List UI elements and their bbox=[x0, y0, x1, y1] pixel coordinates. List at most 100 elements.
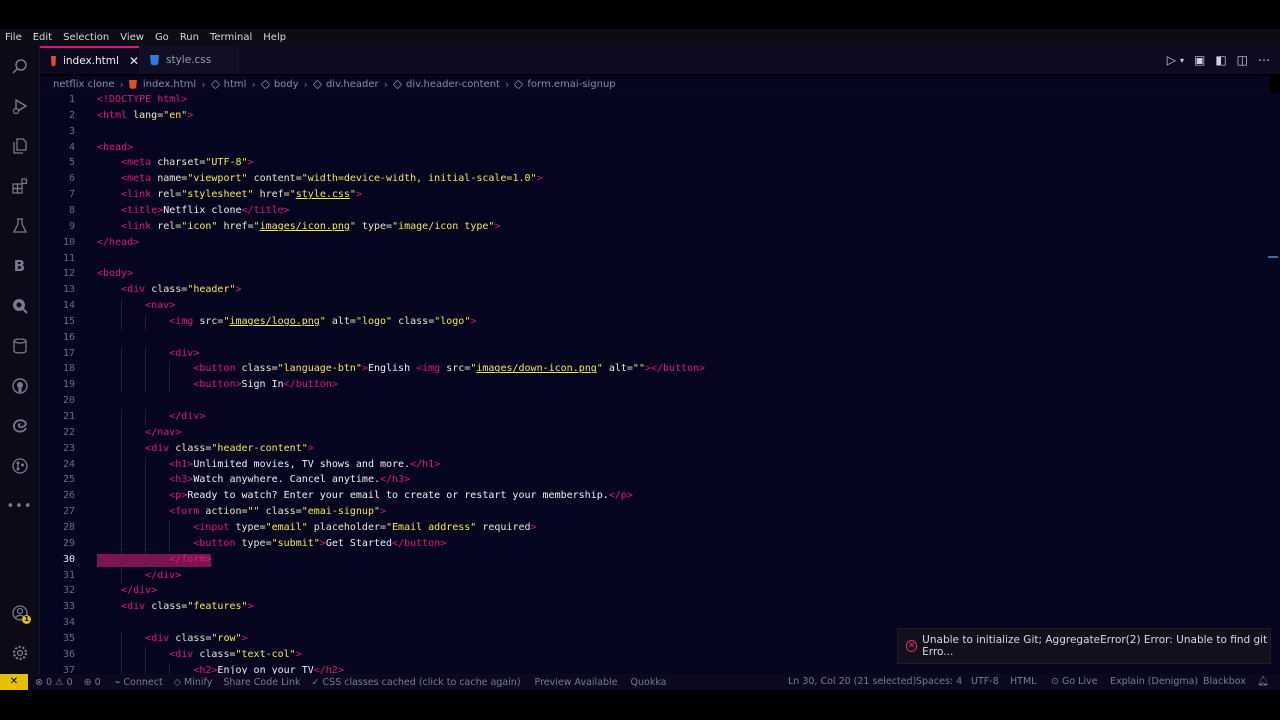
breadcrumb-folder[interactable]: netflix clone bbox=[53, 79, 114, 90]
explain-denigma-item[interactable]: Explain (Denigma) bbox=[1110, 674, 1198, 690]
quokka-item[interactable]: Quokka bbox=[631, 677, 667, 688]
code-token: "row" bbox=[211, 632, 242, 644]
breadcrumb-html[interactable]: html bbox=[210, 79, 246, 90]
edge-devtools-icon[interactable] bbox=[0, 414, 39, 438]
code-line[interactable]: 4 <head> bbox=[40, 140, 1280, 156]
notifications-bell-icon[interactable]: 🔔︎ bbox=[1257, 674, 1269, 690]
code-token: </form> bbox=[169, 553, 212, 565]
breadcrumb-div-header[interactable]: div.header bbox=[312, 79, 379, 90]
code-line[interactable]: 12 <body> bbox=[40, 266, 1280, 282]
code-line[interactable]: 25 <h3>Watch anywhere. Cancel anytime.</… bbox=[40, 472, 1280, 489]
blackbox-icon[interactable]: B bbox=[0, 254, 39, 278]
menu-selection[interactable]: Selection bbox=[58, 29, 115, 46]
open-preview-icon[interactable]: ▣ bbox=[1194, 53, 1205, 67]
more-icon[interactable]: ••• bbox=[0, 494, 39, 518]
tab-index-html[interactable]: index.html ✕ bbox=[40, 46, 139, 74]
compare-icon[interactable]: ◧ bbox=[1215, 53, 1226, 67]
code-line[interactable]: 8 <title>Netflix clone</title> bbox=[40, 203, 1280, 219]
code-line[interactable]: 7 <link rel="stylesheet" href="style.css… bbox=[40, 187, 1280, 203]
code-line[interactable]: 32 </div> bbox=[40, 583, 1280, 599]
code-text: <button>Sign In</button> bbox=[97, 377, 338, 393]
blackbox-item[interactable]: Blackbox bbox=[1203, 674, 1246, 690]
preview-available-item[interactable]: Preview Available bbox=[535, 677, 618, 688]
search-icon[interactable] bbox=[0, 55, 39, 79]
breadcrumb-file[interactable]: index.html bbox=[128, 79, 196, 90]
code-line[interactable]: 5 <meta charset="UTF-8"> bbox=[40, 155, 1280, 171]
indentation[interactable]: Spaces: 4 bbox=[916, 674, 962, 690]
ports-indicator[interactable]: ⊛ 0 bbox=[84, 677, 101, 688]
menu-file[interactable]: File bbox=[0, 29, 28, 46]
code-line[interactable]: 30 </form> bbox=[40, 551, 1280, 568]
go-live-button[interactable]: ⊙ Go Live bbox=[1051, 674, 1098, 690]
code-line[interactable]: 17 <div> bbox=[40, 345, 1280, 362]
code-line[interactable]: 21 </div> bbox=[40, 409, 1280, 425]
github-icon[interactable] bbox=[0, 374, 39, 398]
code-line[interactable]: 22 </nav> bbox=[40, 424, 1280, 441]
code-line[interactable]: 27 <form action="" class="emai-signup"> bbox=[40, 504, 1280, 521]
code-line[interactable]: 31 </div> bbox=[40, 567, 1280, 584]
git-graph-icon[interactable] bbox=[0, 454, 39, 478]
remote-indicator[interactable]: ✕ bbox=[0, 674, 28, 690]
code-token: class= bbox=[175, 632, 212, 644]
code-line[interactable]: 14 <nav> bbox=[40, 298, 1280, 315]
menu-edit[interactable]: Edit bbox=[28, 29, 58, 46]
testing-icon[interactable] bbox=[0, 214, 39, 238]
connect-item[interactable]: ⌁ Connect bbox=[115, 677, 163, 688]
code-line[interactable]: 33 <div class="features"> bbox=[40, 599, 1280, 615]
breadcrumb-form[interactable]: form.emai-signup bbox=[514, 79, 616, 90]
breadcrumb-body[interactable]: body bbox=[260, 79, 299, 90]
extensions-icon[interactable] bbox=[0, 174, 39, 198]
code-line[interactable]: 15 <img src="images/logo.png" alt="logo"… bbox=[40, 313, 1280, 330]
code-line[interactable]: 26 <p>Ready to watch? Enter your email t… bbox=[40, 488, 1280, 505]
code-line[interactable]: 3 bbox=[40, 124, 1280, 140]
code-token: Get Started bbox=[325, 537, 393, 549]
accounts-icon[interactable] bbox=[0, 601, 39, 625]
encoding[interactable]: UTF-8 bbox=[971, 674, 999, 690]
code-line[interactable]: 20 bbox=[40, 393, 1280, 409]
share-code-link-item[interactable]: Share Code Link bbox=[223, 677, 300, 688]
cursor-position[interactable]: Ln 30, Col 20 (21 selected) bbox=[788, 674, 916, 690]
menu-view[interactable]: View bbox=[115, 29, 150, 46]
chevron-down-icon[interactable]: ▾ bbox=[1180, 56, 1184, 65]
code-editor[interactable]: 1 <!DOCTYPE html> 2 <html lang="en"> 3 4 <head… bbox=[40, 93, 1280, 674]
code-line[interactable]: 13 <div class="header"> bbox=[40, 282, 1280, 298]
error-notification[interactable]: ✕ Unable to initialize Git; AggregateErr… bbox=[897, 628, 1271, 664]
run-icon[interactable]: ▷ bbox=[1167, 53, 1176, 67]
menu-run[interactable]: Run bbox=[175, 29, 205, 46]
menu-go[interactable]: Go bbox=[150, 29, 175, 46]
split-editor-icon[interactable]: ◫ bbox=[1237, 53, 1248, 67]
database-icon[interactable] bbox=[0, 334, 39, 358]
menu-terminal[interactable]: Terminal bbox=[205, 29, 258, 46]
code-line[interactable]: 23 <div class="header-content"> bbox=[40, 440, 1280, 457]
tab-style-css[interactable]: style.css bbox=[139, 46, 239, 74]
code-token: <link bbox=[121, 189, 158, 201]
language-mode[interactable]: HTML bbox=[1010, 674, 1036, 690]
code-line[interactable]: 37 <h2>Enjoy on your TV</h2> bbox=[40, 662, 1280, 674]
code-line[interactable]: 16 bbox=[40, 330, 1280, 346]
code-line[interactable]: 11 bbox=[40, 251, 1280, 267]
code-line[interactable]: 1 <!DOCTYPE html> bbox=[40, 93, 1280, 108]
code-line[interactable]: 2 <html lang="en"> bbox=[40, 108, 1280, 124]
code-line[interactable]: 10 </head> bbox=[40, 235, 1280, 251]
minify-item[interactable]: ◇ Minify bbox=[174, 677, 213, 688]
problems-indicator[interactable]: ⊗ 0 ⚠ 0 bbox=[35, 677, 73, 688]
code-line[interactable]: 24 <h1>Unlimited movies, TV shows and mo… bbox=[40, 456, 1280, 473]
close-icon[interactable]: ✕ bbox=[129, 54, 139, 68]
explorer-icon[interactable] bbox=[0, 134, 39, 158]
quokka-icon[interactable] bbox=[0, 294, 39, 318]
code-line[interactable]: 19 <button>Sign In</button> bbox=[40, 377, 1280, 394]
code-line[interactable]: 6 <meta name="viewport" content="width=d… bbox=[40, 171, 1280, 187]
code-token: <div bbox=[121, 284, 152, 296]
settings-icon[interactable] bbox=[0, 641, 39, 665]
menu-help[interactable]: Help bbox=[258, 29, 292, 46]
run-debug-icon[interactable] bbox=[0, 94, 39, 118]
code-token: > bbox=[247, 601, 254, 613]
breadcrumb-div-header-content[interactable]: div.header-content bbox=[392, 79, 500, 90]
code-line[interactable]: 28 <input type="email" placeholder="Emai… bbox=[40, 519, 1280, 536]
code-line[interactable]: 18 <button class="language-btn">English … bbox=[40, 361, 1280, 378]
code-line[interactable]: 29 <button type="submit">Get Started</bu… bbox=[40, 535, 1280, 552]
css-cache-item[interactable]: ✓ CSS classes cached (click to cache aga… bbox=[312, 677, 521, 688]
more-actions-icon[interactable]: ⋯ bbox=[1258, 53, 1270, 67]
code-line[interactable]: 9 <link rel="icon" href= "images/icon.png… bbox=[40, 219, 1280, 235]
